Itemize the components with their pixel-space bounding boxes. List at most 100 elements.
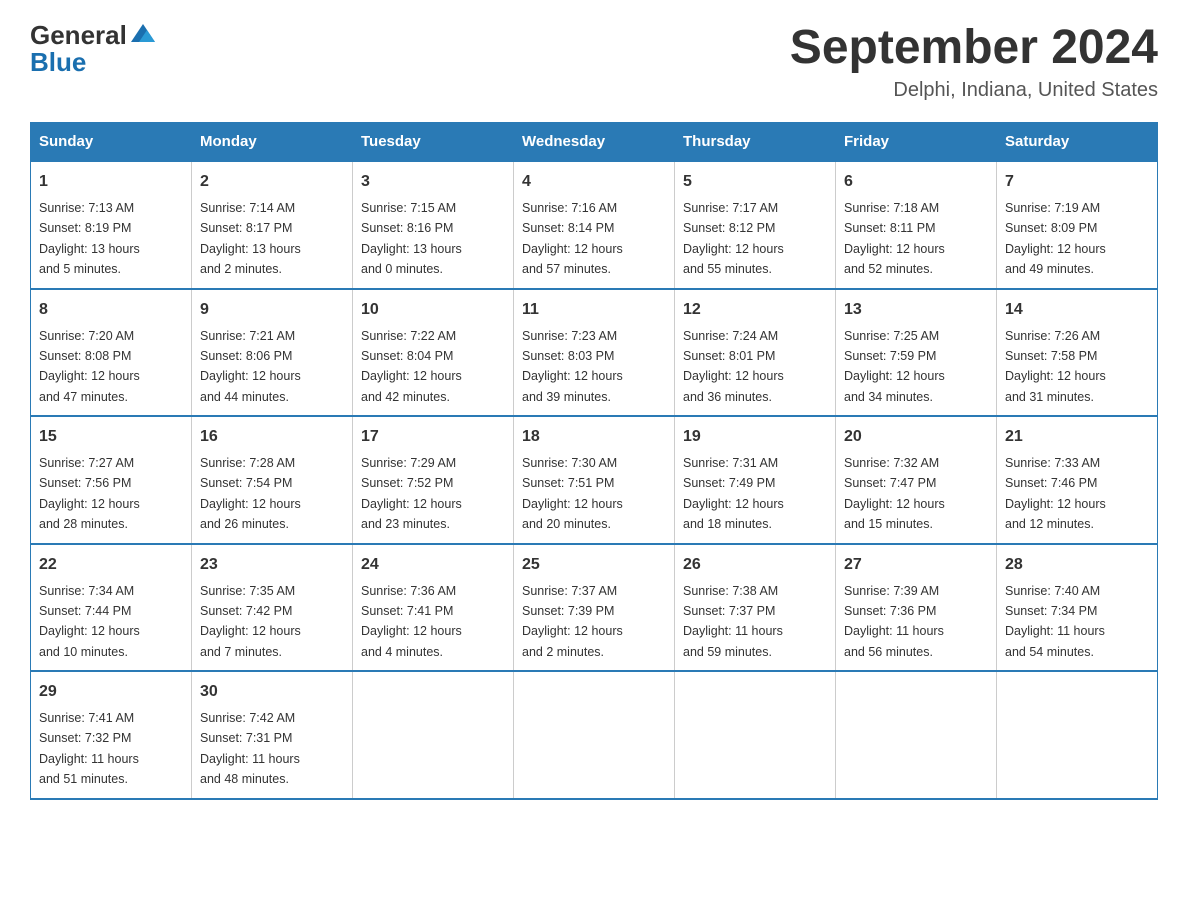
calendar-cell: 5 Sunrise: 7:17 AMSunset: 8:12 PMDayligh… xyxy=(675,161,836,289)
calendar-title: September 2024 xyxy=(790,20,1158,75)
calendar-cell: 30 Sunrise: 7:42 AMSunset: 7:31 PMDaylig… xyxy=(192,671,353,799)
day-info: Sunrise: 7:41 AMSunset: 7:32 PMDaylight:… xyxy=(39,711,139,786)
day-info: Sunrise: 7:35 AMSunset: 7:42 PMDaylight:… xyxy=(200,584,301,659)
calendar-cell: 17 Sunrise: 7:29 AMSunset: 7:52 PMDaylig… xyxy=(353,416,514,544)
day-number: 24 xyxy=(361,553,505,577)
calendar-cell: 28 Sunrise: 7:40 AMSunset: 7:34 PMDaylig… xyxy=(997,544,1158,672)
day-info: Sunrise: 7:38 AMSunset: 7:37 PMDaylight:… xyxy=(683,584,783,659)
calendar-cell xyxy=(353,671,514,799)
day-number: 16 xyxy=(200,425,344,449)
day-info: Sunrise: 7:21 AMSunset: 8:06 PMDaylight:… xyxy=(200,329,301,404)
day-number: 27 xyxy=(844,553,988,577)
calendar-cell: 1 Sunrise: 7:13 AMSunset: 8:19 PMDayligh… xyxy=(31,161,192,289)
weekday-header-row: Sunday Monday Tuesday Wednesday Thursday… xyxy=(31,123,1158,162)
calendar-cell xyxy=(836,671,997,799)
calendar-cell: 4 Sunrise: 7:16 AMSunset: 8:14 PMDayligh… xyxy=(514,161,675,289)
day-number: 18 xyxy=(522,425,666,449)
day-number: 19 xyxy=(683,425,827,449)
week-row-1: 1 Sunrise: 7:13 AMSunset: 8:19 PMDayligh… xyxy=(31,161,1158,289)
day-number: 15 xyxy=(39,425,183,449)
day-info: Sunrise: 7:30 AMSunset: 7:51 PMDaylight:… xyxy=(522,456,623,531)
day-info: Sunrise: 7:23 AMSunset: 8:03 PMDaylight:… xyxy=(522,329,623,404)
day-info: Sunrise: 7:13 AMSunset: 8:19 PMDaylight:… xyxy=(39,201,140,276)
day-number: 5 xyxy=(683,170,827,194)
col-friday: Friday xyxy=(836,123,997,162)
week-row-5: 29 Sunrise: 7:41 AMSunset: 7:32 PMDaylig… xyxy=(31,671,1158,799)
day-info: Sunrise: 7:37 AMSunset: 7:39 PMDaylight:… xyxy=(522,584,623,659)
calendar-cell: 29 Sunrise: 7:41 AMSunset: 7:32 PMDaylig… xyxy=(31,671,192,799)
calendar-cell: 7 Sunrise: 7:19 AMSunset: 8:09 PMDayligh… xyxy=(997,161,1158,289)
calendar-cell: 14 Sunrise: 7:26 AMSunset: 7:58 PMDaylig… xyxy=(997,289,1158,417)
col-wednesday: Wednesday xyxy=(514,123,675,162)
calendar-cell: 25 Sunrise: 7:37 AMSunset: 7:39 PMDaylig… xyxy=(514,544,675,672)
day-number: 6 xyxy=(844,170,988,194)
calendar-cell: 27 Sunrise: 7:39 AMSunset: 7:36 PMDaylig… xyxy=(836,544,997,672)
calendar-cell xyxy=(675,671,836,799)
day-number: 11 xyxy=(522,298,666,322)
day-number: 21 xyxy=(1005,425,1149,449)
calendar-cell xyxy=(514,671,675,799)
title-area: September 2024 Delphi, Indiana, United S… xyxy=(790,20,1158,102)
day-number: 17 xyxy=(361,425,505,449)
day-info: Sunrise: 7:22 AMSunset: 8:04 PMDaylight:… xyxy=(361,329,462,404)
calendar-cell: 9 Sunrise: 7:21 AMSunset: 8:06 PMDayligh… xyxy=(192,289,353,417)
day-info: Sunrise: 7:39 AMSunset: 7:36 PMDaylight:… xyxy=(844,584,944,659)
calendar-cell: 2 Sunrise: 7:14 AMSunset: 8:17 PMDayligh… xyxy=(192,161,353,289)
day-number: 2 xyxy=(200,170,344,194)
day-number: 20 xyxy=(844,425,988,449)
calendar-cell: 11 Sunrise: 7:23 AMSunset: 8:03 PMDaylig… xyxy=(514,289,675,417)
day-info: Sunrise: 7:40 AMSunset: 7:34 PMDaylight:… xyxy=(1005,584,1105,659)
day-number: 30 xyxy=(200,680,344,704)
calendar-table: Sunday Monday Tuesday Wednesday Thursday… xyxy=(30,122,1158,800)
day-info: Sunrise: 7:24 AMSunset: 8:01 PMDaylight:… xyxy=(683,329,784,404)
calendar-cell: 21 Sunrise: 7:33 AMSunset: 7:46 PMDaylig… xyxy=(997,416,1158,544)
day-info: Sunrise: 7:33 AMSunset: 7:46 PMDaylight:… xyxy=(1005,456,1106,531)
col-sunday: Sunday xyxy=(31,123,192,162)
day-number: 23 xyxy=(200,553,344,577)
calendar-cell: 6 Sunrise: 7:18 AMSunset: 8:11 PMDayligh… xyxy=(836,161,997,289)
week-row-2: 8 Sunrise: 7:20 AMSunset: 8:08 PMDayligh… xyxy=(31,289,1158,417)
calendar-cell: 20 Sunrise: 7:32 AMSunset: 7:47 PMDaylig… xyxy=(836,416,997,544)
day-info: Sunrise: 7:20 AMSunset: 8:08 PMDaylight:… xyxy=(39,329,140,404)
day-info: Sunrise: 7:16 AMSunset: 8:14 PMDaylight:… xyxy=(522,201,623,276)
day-info: Sunrise: 7:29 AMSunset: 7:52 PMDaylight:… xyxy=(361,456,462,531)
day-info: Sunrise: 7:31 AMSunset: 7:49 PMDaylight:… xyxy=(683,456,784,531)
calendar-cell: 23 Sunrise: 7:35 AMSunset: 7:42 PMDaylig… xyxy=(192,544,353,672)
logo: General Blue xyxy=(30,20,157,78)
calendar-cell: 16 Sunrise: 7:28 AMSunset: 7:54 PMDaylig… xyxy=(192,416,353,544)
day-info: Sunrise: 7:14 AMSunset: 8:17 PMDaylight:… xyxy=(200,201,301,276)
day-number: 8 xyxy=(39,298,183,322)
calendar-cell: 15 Sunrise: 7:27 AMSunset: 7:56 PMDaylig… xyxy=(31,416,192,544)
calendar-cell: 19 Sunrise: 7:31 AMSunset: 7:49 PMDaylig… xyxy=(675,416,836,544)
calendar-cell: 18 Sunrise: 7:30 AMSunset: 7:51 PMDaylig… xyxy=(514,416,675,544)
week-row-3: 15 Sunrise: 7:27 AMSunset: 7:56 PMDaylig… xyxy=(31,416,1158,544)
day-number: 3 xyxy=(361,170,505,194)
logo-blue-text: Blue xyxy=(30,47,86,78)
day-info: Sunrise: 7:26 AMSunset: 7:58 PMDaylight:… xyxy=(1005,329,1106,404)
day-number: 10 xyxy=(361,298,505,322)
calendar-cell: 26 Sunrise: 7:38 AMSunset: 7:37 PMDaylig… xyxy=(675,544,836,672)
day-info: Sunrise: 7:28 AMSunset: 7:54 PMDaylight:… xyxy=(200,456,301,531)
day-info: Sunrise: 7:34 AMSunset: 7:44 PMDaylight:… xyxy=(39,584,140,659)
day-number: 13 xyxy=(844,298,988,322)
day-info: Sunrise: 7:36 AMSunset: 7:41 PMDaylight:… xyxy=(361,584,462,659)
calendar-cell: 3 Sunrise: 7:15 AMSunset: 8:16 PMDayligh… xyxy=(353,161,514,289)
col-tuesday: Tuesday xyxy=(353,123,514,162)
day-info: Sunrise: 7:27 AMSunset: 7:56 PMDaylight:… xyxy=(39,456,140,531)
calendar-cell: 24 Sunrise: 7:36 AMSunset: 7:41 PMDaylig… xyxy=(353,544,514,672)
col-saturday: Saturday xyxy=(997,123,1158,162)
day-info: Sunrise: 7:15 AMSunset: 8:16 PMDaylight:… xyxy=(361,201,462,276)
calendar-cell: 12 Sunrise: 7:24 AMSunset: 8:01 PMDaylig… xyxy=(675,289,836,417)
day-info: Sunrise: 7:19 AMSunset: 8:09 PMDaylight:… xyxy=(1005,201,1106,276)
day-info: Sunrise: 7:17 AMSunset: 8:12 PMDaylight:… xyxy=(683,201,784,276)
day-info: Sunrise: 7:18 AMSunset: 8:11 PMDaylight:… xyxy=(844,201,945,276)
day-info: Sunrise: 7:32 AMSunset: 7:47 PMDaylight:… xyxy=(844,456,945,531)
calendar-cell: 22 Sunrise: 7:34 AMSunset: 7:44 PMDaylig… xyxy=(31,544,192,672)
day-number: 25 xyxy=(522,553,666,577)
col-monday: Monday xyxy=(192,123,353,162)
day-number: 28 xyxy=(1005,553,1149,577)
day-info: Sunrise: 7:42 AMSunset: 7:31 PMDaylight:… xyxy=(200,711,300,786)
day-number: 29 xyxy=(39,680,183,704)
day-number: 9 xyxy=(200,298,344,322)
calendar-cell: 10 Sunrise: 7:22 AMSunset: 8:04 PMDaylig… xyxy=(353,289,514,417)
